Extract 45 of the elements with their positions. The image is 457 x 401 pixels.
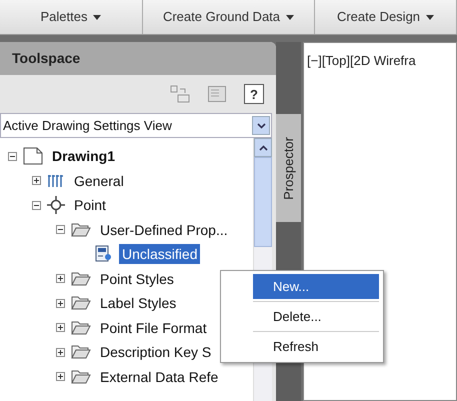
- caret-icon: [93, 14, 102, 20]
- scroll-thumb[interactable]: [254, 157, 272, 247]
- folder-icon: [71, 272, 91, 286]
- property-icon: [95, 245, 113, 264]
- menu-item[interactable]: Palettes: [0, 0, 143, 34]
- collapse-icon[interactable]: [8, 152, 17, 161]
- tree-item[interactable]: Point: [71, 195, 109, 216]
- tree-item[interactable]: Unclassified: [119, 244, 200, 264]
- menu-item[interactable]: New...: [253, 274, 379, 299]
- tree-item[interactable]: Description Key S: [97, 342, 214, 362]
- folder-icon: [71, 345, 91, 360]
- view-select[interactable]: Active Drawing Settings View: [0, 113, 272, 138]
- menu-item[interactable]: Create Design: [315, 0, 457, 34]
- folder-icon: [71, 320, 91, 335]
- collapse-icon[interactable]: [56, 225, 65, 234]
- folder-icon: [71, 296, 91, 310]
- prospector-tab[interactable]: Prospector: [276, 114, 301, 222]
- expand-icon[interactable]: [56, 274, 65, 284]
- tree-item[interactable]: Label Styles: [97, 293, 180, 314]
- tools-icon: [47, 174, 65, 188]
- menu-item[interactable]: Refresh: [253, 334, 379, 359]
- tree-item[interactable]: External Data Refe: [97, 366, 222, 387]
- collapse-icon[interactable]: [32, 200, 41, 210]
- tree-item[interactable]: Drawing1: [49, 146, 118, 166]
- expand-icon[interactable]: [32, 176, 41, 186]
- tree-item[interactable]: User-Defined Prop...: [97, 220, 231, 240]
- expand-icon[interactable]: [56, 348, 65, 357]
- document-icon: [23, 147, 43, 166]
- panel-title: Toolspace: [0, 42, 276, 75]
- expand-icon[interactable]: [56, 372, 65, 382]
- tree-item[interactable]: Point Styles: [97, 268, 177, 289]
- folder-icon: [71, 370, 91, 384]
- crosshair-icon: [47, 196, 65, 214]
- viewport-label[interactable]: [−][Top][2D Wirefra: [307, 53, 416, 68]
- help-button[interactable]: ?: [244, 84, 264, 104]
- scroll-up-icon[interactable]: [254, 138, 272, 157]
- tree-item[interactable]: Point File Format: [97, 318, 210, 338]
- expand-icon[interactable]: [56, 323, 65, 332]
- folder-icon: [71, 222, 91, 237]
- caret-icon: [426, 14, 434, 20]
- menu-item[interactable]: Delete...: [253, 304, 379, 329]
- expand-icon[interactable]: [56, 298, 65, 308]
- caret-icon: [286, 14, 294, 20]
- menu-item[interactable]: Create Ground Data: [143, 0, 315, 34]
- tree-item[interactable]: General: [71, 170, 127, 191]
